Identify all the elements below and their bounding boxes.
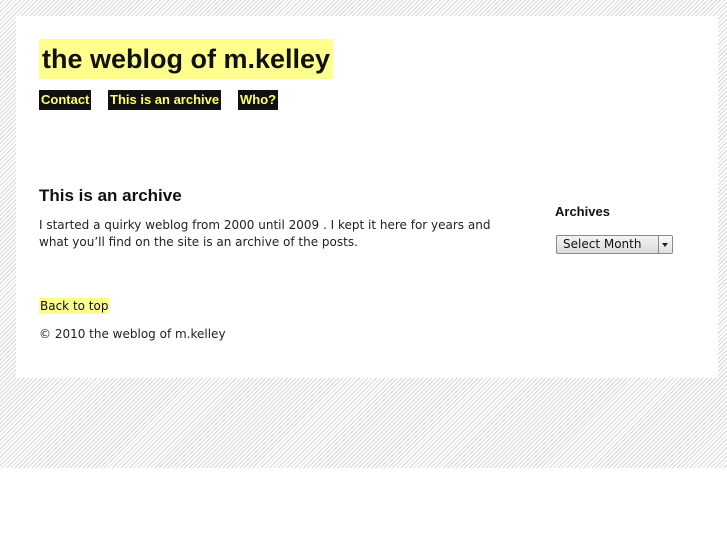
back-to-top-link[interactable]: Back to top bbox=[39, 298, 110, 314]
page-container: the weblog of m.kelley Contact This is a… bbox=[16, 16, 718, 378]
select-value: Select Month bbox=[563, 237, 642, 251]
chevron-down-icon[interactable] bbox=[658, 236, 672, 253]
nav-item-who[interactable]: Who? bbox=[238, 90, 279, 110]
archives-month-select[interactable]: Select Month bbox=[556, 235, 673, 254]
post-title: This is an archive bbox=[39, 186, 182, 205]
post-body: I started a quirky weblog from 2000 unti… bbox=[39, 218, 491, 249]
copyright: © 2010 the weblog of m.kelley bbox=[39, 327, 226, 341]
site-title[interactable]: the weblog of m.kelley bbox=[39, 39, 334, 79]
nav-item-contact[interactable]: Contact bbox=[39, 90, 92, 110]
nav-item-archive[interactable]: This is an archive bbox=[108, 90, 222, 110]
archives-heading: Archives bbox=[555, 204, 610, 219]
